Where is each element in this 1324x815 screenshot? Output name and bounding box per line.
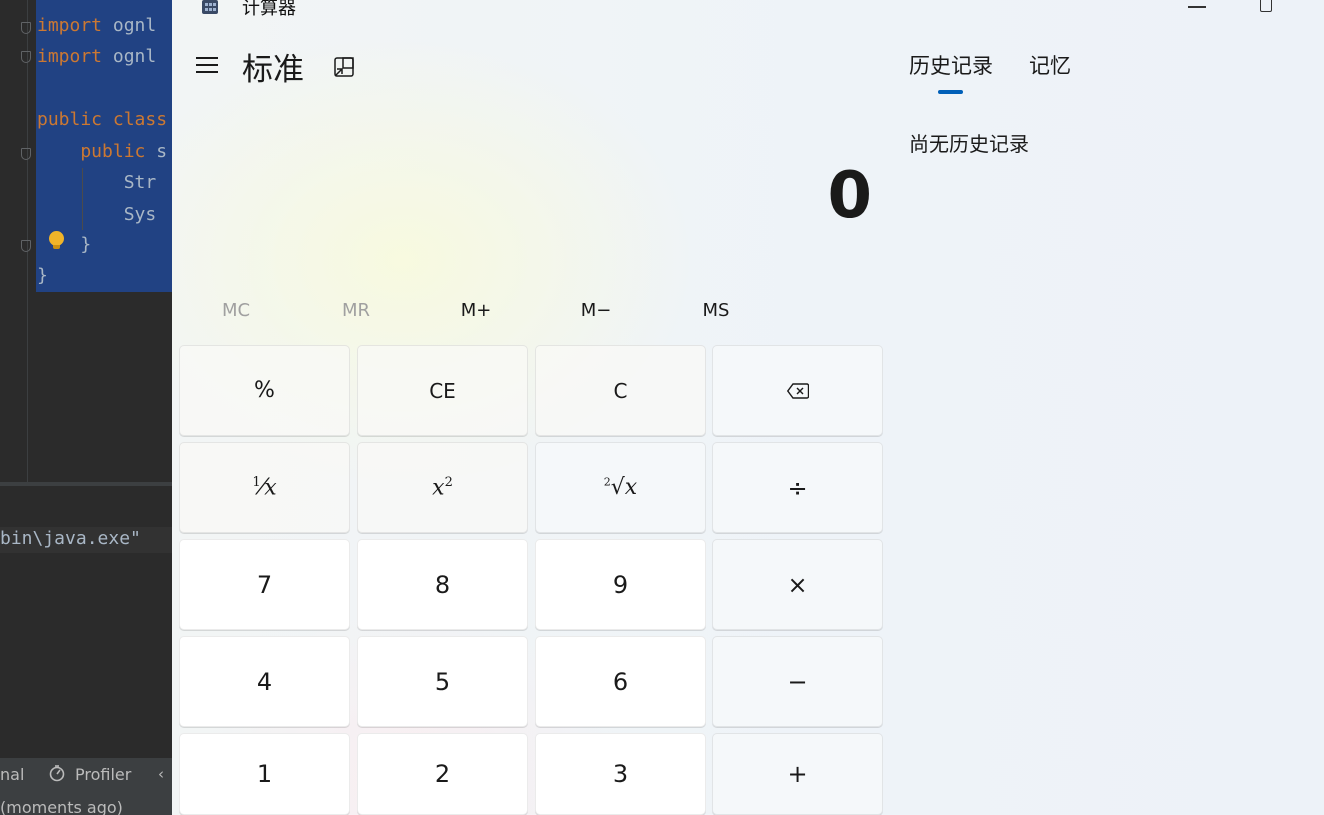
digit-3-button[interactable]: 3 bbox=[535, 733, 706, 815]
lightbulb-icon[interactable] bbox=[49, 231, 64, 246]
status-timestamp: (moments ago) bbox=[0, 798, 123, 815]
memory-clear-button[interactable]: MC bbox=[176, 294, 296, 328]
maximize-icon[interactable] bbox=[1260, 0, 1272, 12]
digit-9-button[interactable]: 9 bbox=[535, 539, 706, 630]
backspace-button[interactable] bbox=[712, 345, 883, 436]
tab-history[interactable]: 历史记录 bbox=[909, 50, 993, 80]
hamburger-icon-line bbox=[196, 71, 218, 73]
memory-store-button[interactable]: MS bbox=[656, 294, 776, 328]
terminal-tab[interactable]: nal bbox=[0, 765, 24, 784]
memory-subtract-button[interactable]: M− bbox=[536, 294, 656, 328]
window-title: 计算器 bbox=[242, 0, 296, 19]
digit-1-button[interactable]: 1 bbox=[179, 733, 350, 815]
divide-button[interactable]: ÷ bbox=[712, 442, 883, 533]
tab-memory[interactable]: 记忆 bbox=[1029, 50, 1071, 80]
reciprocal-button[interactable]: 1⁄x bbox=[179, 442, 350, 533]
keep-on-top-button[interactable] bbox=[332, 55, 356, 79]
menu-button[interactable] bbox=[196, 56, 218, 74]
multiply-button[interactable]: × bbox=[712, 539, 883, 630]
memory-row: MC MR M+ M− MS bbox=[176, 294, 888, 328]
digit-6-button[interactable]: 6 bbox=[535, 636, 706, 727]
ide-window: import ognl import ognl public class pub… bbox=[0, 0, 172, 815]
digit-4-button[interactable]: 4 bbox=[179, 636, 350, 727]
backspace-icon bbox=[786, 382, 809, 399]
mode-title: 标准 bbox=[242, 52, 304, 88]
fold-icon[interactable] bbox=[21, 22, 31, 34]
percent-button[interactable]: % bbox=[179, 345, 350, 436]
hamburger-icon-line bbox=[196, 64, 218, 66]
clear-button[interactable]: C bbox=[535, 345, 706, 436]
calculator-window: 计算器 标准 0 MC MR M+ M− MS % CE C 1⁄x x2 2√… bbox=[172, 0, 1324, 815]
add-button[interactable]: + bbox=[712, 733, 883, 815]
profiler-icon bbox=[49, 765, 65, 782]
calculator-app-icon bbox=[202, 0, 218, 14]
memory-add-button[interactable]: M+ bbox=[416, 294, 536, 328]
code-line-3[interactable]: public class bbox=[37, 110, 167, 130]
square-icon: x2 bbox=[432, 474, 453, 501]
subtract-button[interactable]: − bbox=[712, 636, 883, 727]
code-line-8[interactable]: } bbox=[37, 266, 48, 286]
profiler-tab[interactable]: Profiler bbox=[75, 765, 131, 784]
code-line-6[interactable]: Sys bbox=[37, 205, 157, 225]
hamburger-icon bbox=[196, 57, 218, 59]
active-tab-indicator bbox=[938, 90, 963, 94]
chevron-left-icon[interactable]: ‹ bbox=[158, 765, 164, 783]
indent-guide bbox=[82, 168, 83, 230]
code-line-4[interactable]: public s bbox=[37, 142, 167, 162]
console-output: bin\java.exe" bbox=[0, 528, 141, 549]
fold-icon[interactable] bbox=[21, 51, 31, 63]
code-line-5[interactable]: Str bbox=[37, 173, 157, 193]
code-line-2[interactable]: import ognl bbox=[37, 47, 156, 67]
reciprocal-icon: 1⁄x bbox=[252, 474, 277, 501]
digit-5-button[interactable]: 5 bbox=[357, 636, 528, 727]
square-button[interactable]: x2 bbox=[357, 442, 528, 533]
code-line-1[interactable]: import ognl bbox=[37, 16, 156, 36]
clear-entry-button[interactable]: CE bbox=[357, 345, 528, 436]
result-display: 0 bbox=[827, 159, 872, 233]
fold-icon[interactable] bbox=[21, 240, 31, 252]
history-empty-message: 尚无历史记录 bbox=[909, 132, 1029, 156]
square-root-button[interactable]: 2√x bbox=[535, 442, 706, 533]
code-line-7[interactable]: } bbox=[37, 235, 91, 255]
digit-7-button[interactable]: 7 bbox=[179, 539, 350, 630]
lightbulb-base bbox=[53, 245, 60, 249]
minimize-icon[interactable] bbox=[1188, 6, 1206, 8]
memory-recall-button[interactable]: MR bbox=[296, 294, 416, 328]
digit-2-button[interactable]: 2 bbox=[357, 733, 528, 815]
digit-8-button[interactable]: 8 bbox=[357, 539, 528, 630]
square-root-icon: 2√x bbox=[603, 475, 638, 500]
fold-icon[interactable] bbox=[21, 148, 31, 160]
